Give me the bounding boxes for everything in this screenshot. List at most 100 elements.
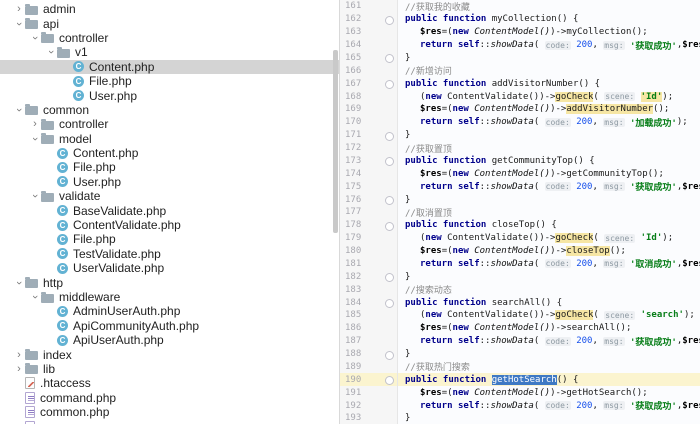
tree-item-contentvalidate.php[interactable]: ContentValidate.php xyxy=(0,218,339,232)
code-line-168[interactable]: 168(new ContentValidate())-> goCheck( sce… xyxy=(340,90,700,103)
tree-item-v1[interactable]: › v1 xyxy=(0,45,339,59)
tree-item-http[interactable]: › http xyxy=(0,275,339,290)
tree-item-uservalidate.php[interactable]: UserValidate.php xyxy=(0,261,339,275)
tree-item-file.php[interactable]: File.php xyxy=(0,74,339,88)
project-tree-panel[interactable]: ›admin›api›controller›v1Content.phpFile.… xyxy=(0,0,340,424)
tree-scrollbar-thumb[interactable] xyxy=(333,50,338,233)
chevron-expanded-icon[interactable]: › xyxy=(13,277,25,289)
tree-item-command.php[interactable]: command.php xyxy=(0,391,339,405)
code-token: new xyxy=(425,233,442,244)
code-line-170[interactable]: 170 return self:: showData( code: 200, msg… xyxy=(340,115,700,129)
chevron-expanded-icon[interactable]: › xyxy=(13,18,25,30)
tree-item-controller[interactable]: › controller xyxy=(0,31,339,45)
code-line-169[interactable]: 169 $res =(new ContentModel())-> addVisitor… xyxy=(340,103,700,116)
code-token: showData xyxy=(490,181,534,192)
code-line-185[interactable]: 185(new ContentValidate())-> goCheck( sce… xyxy=(340,309,700,322)
tree-item-controller[interactable]: › controller xyxy=(0,117,339,131)
code-line-166[interactable]: 166 //新增访问 xyxy=(340,64,700,78)
tree-item-file.php[interactable]: File.php xyxy=(0,232,339,246)
code-line-165[interactable]: 165} xyxy=(340,51,700,65)
chevron-expanded-icon[interactable]: › xyxy=(29,32,41,44)
code-line-179[interactable]: 179(new ContentValidate())-> goCheck( sce… xyxy=(340,231,700,245)
code-line-184[interactable]: 184 public function searchAll() { xyxy=(340,296,700,309)
tree-item-content.php[interactable]: Content.php xyxy=(0,146,339,160)
code-token: ContentValidate())-> xyxy=(441,310,556,321)
tree-item-apicommunityauth.php[interactable]: ApiCommunityAuth.php xyxy=(0,319,339,333)
tree-item-label: ContentValidate.php xyxy=(73,218,181,233)
tree-item-admin[interactable]: › admin xyxy=(0,2,339,16)
code-token: public function xyxy=(405,155,492,166)
tree-item-adminuserauth.php[interactable]: AdminUserAuth.php xyxy=(0,304,339,318)
code-line-181[interactable]: 181 return self:: showData( code: 200, msg… xyxy=(340,257,700,271)
code-line-176[interactable]: 176} xyxy=(340,193,700,206)
chevron-collapsed-icon[interactable]: › xyxy=(13,363,25,375)
tree-item-validate[interactable]: › validate xyxy=(0,189,339,203)
code-line-182[interactable]: 182} xyxy=(340,270,700,284)
code-line-187[interactable]: 187 return self:: showData( code: 200, msg… xyxy=(340,334,700,348)
tree-item-partial-29[interactable] xyxy=(0,419,339,424)
tree-item-file.php[interactable]: File.php xyxy=(0,160,339,174)
code-token: code: xyxy=(544,401,571,411)
tree-item-label: http xyxy=(43,275,64,290)
code-token: ); xyxy=(676,117,688,128)
code-line-175[interactable]: 175 return self:: showData( code: 200, msg… xyxy=(340,180,700,194)
code-line-161[interactable]: 161 //获取我的收藏 xyxy=(340,0,700,13)
code-line-191[interactable]: 191 $res =(new ContentModel())-> getHotSear… xyxy=(340,386,700,400)
code-line-180[interactable]: 180 $res =(new ContentModel())-> closeTop()… xyxy=(340,244,700,258)
code-token: '取消成功' xyxy=(629,260,677,271)
chevron-collapsed-icon[interactable]: › xyxy=(13,3,25,15)
code-text: } xyxy=(398,270,700,283)
tree-item-model[interactable]: › model xyxy=(0,132,339,146)
folder-icon xyxy=(41,32,54,44)
tree-item-.htaccess[interactable]: .htaccess xyxy=(0,376,339,390)
chevron-expanded-icon[interactable]: › xyxy=(29,133,41,145)
code-line-167[interactable]: 167 public function addVisitorNumber() { xyxy=(340,77,700,91)
chevron-expanded-icon[interactable]: › xyxy=(45,46,57,58)
code-token: '获取成功' xyxy=(629,183,677,194)
tree-item-content.php[interactable]: Content.php xyxy=(0,59,339,74)
code-line-177[interactable]: 177 //取消置顶 xyxy=(340,206,700,219)
tree-item-api[interactable]: › api xyxy=(0,16,339,31)
chevron-expanded-icon[interactable]: › xyxy=(29,190,41,202)
tree-item-label: controller xyxy=(59,30,109,45)
code-text: (new ContentValidate())-> goCheck( scene:… xyxy=(398,309,700,322)
code-token: goCheck xyxy=(555,233,594,244)
tree-item-middleware[interactable]: › middleware xyxy=(0,290,339,304)
code-line-171[interactable]: 171} xyxy=(340,128,700,142)
code-line-172[interactable]: 172 //获取置顶 xyxy=(340,141,700,155)
tree-item-index[interactable]: › index xyxy=(0,347,339,362)
code-line-183[interactable]: 183 //搜索动态 xyxy=(340,283,700,297)
code-token: new xyxy=(425,91,442,102)
code-token: )-> xyxy=(550,246,567,257)
code-line-162[interactable]: 162 public function myCollection() { xyxy=(340,12,700,26)
chevron-collapsed-icon[interactable]: › xyxy=(13,349,25,361)
php-class-icon xyxy=(57,176,68,188)
tree-item-testvalidate.php[interactable]: TestValidate.php xyxy=(0,247,339,261)
code-line-186[interactable]: 186 $res =(new ContentModel())-> searchAll(… xyxy=(340,321,700,335)
chevron-expanded-icon[interactable]: › xyxy=(13,104,25,116)
code-line-164[interactable]: 164 return self:: showData( code: 200, msg… xyxy=(340,38,700,52)
chevron-expanded-icon[interactable]: › xyxy=(29,291,41,303)
code-line-189[interactable]: 189 //获取热门搜索 xyxy=(340,360,700,374)
tree-item-apiuserauth.php[interactable]: ApiUserAuth.php xyxy=(0,333,339,347)
code-line-188[interactable]: 188} xyxy=(340,347,700,361)
code-token: 200 xyxy=(576,181,593,192)
code-line-193[interactable]: 193} xyxy=(340,412,700,424)
tree-item-lib[interactable]: › lib xyxy=(0,362,339,376)
tree-item-user.php[interactable]: User.php xyxy=(0,88,339,103)
tree-item-basevalidate.php[interactable]: BaseValidate.php xyxy=(0,203,339,218)
code-token: //取消置顶 xyxy=(405,208,452,219)
gutter: 185 xyxy=(340,309,398,322)
code-line-192[interactable]: 192 return self:: showData( code: 200, msg… xyxy=(340,399,700,412)
code-token: ( xyxy=(533,117,545,128)
tree-item-common.php[interactable]: common.php xyxy=(0,405,339,419)
code-line-178[interactable]: 178 public function closeTop() { xyxy=(340,218,700,232)
code-line-190[interactable]: 190 public function getHotSearch() { xyxy=(340,373,700,387)
tree-item-user.php[interactable]: User.php xyxy=(0,175,339,189)
tree-item-common[interactable]: › common xyxy=(0,103,339,117)
code-line-163[interactable]: 163 $res =(new ContentModel())-> myCollecti… xyxy=(340,25,700,39)
chevron-collapsed-icon[interactable]: › xyxy=(29,118,41,130)
editor-pane[interactable]: 161 //获取我的收藏 162 public function myCollecti… xyxy=(340,0,700,424)
code-line-174[interactable]: 174 $res =(new ContentModel())-> getCommuni… xyxy=(340,167,700,181)
code-line-173[interactable]: 173 public function getCommunityTop() { xyxy=(340,154,700,168)
